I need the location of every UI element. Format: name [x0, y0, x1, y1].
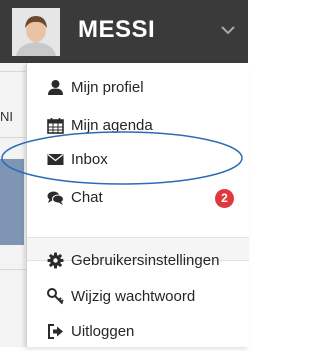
user-header-bar[interactable]: MESSI — [0, 0, 248, 63]
menu-item-label: Chat — [71, 189, 103, 206]
background-text: NI — [0, 109, 13, 124]
divider — [0, 269, 26, 270]
divider — [0, 71, 26, 72]
user-dropdown-menu: Mijn profiel Mijn agenda Inbox Chat 2 Ge… — [26, 63, 249, 347]
menu-item-label: Mijn agenda — [71, 117, 153, 134]
menu-item-label: Gebruikersinstellingen — [71, 252, 220, 269]
envelope-icon — [47, 154, 64, 165]
menu-item-user-settings[interactable]: Gebruikersinstellingen — [27, 242, 249, 280]
username-label: MESSI — [78, 16, 156, 43]
background-page: NI — [0, 63, 26, 347]
divider — [0, 137, 26, 138]
menu-item-label: Wijzig wachtwoord — [71, 288, 196, 305]
menu-item-label: Mijn profiel — [71, 79, 144, 96]
menu-item-label: Inbox — [71, 151, 108, 168]
menu-item-label: Uitloggen — [71, 323, 135, 340]
key-icon — [47, 288, 64, 305]
calendar-icon — [47, 118, 64, 134]
chevron-down-icon[interactable] — [220, 24, 236, 36]
menu-item-change-password[interactable]: Wijzig wachtwoord — [27, 278, 249, 316]
user-icon — [48, 80, 63, 95]
chat-icon — [47, 191, 64, 205]
menu-item-agenda[interactable]: Mijn agenda — [27, 107, 249, 145]
menu-item-logout[interactable]: Uitloggen — [27, 313, 249, 351]
menu-item-chat[interactable]: Chat 2 — [27, 179, 249, 217]
menu-item-profile[interactable]: Mijn profiel — [27, 69, 249, 107]
sign-out-icon — [48, 324, 63, 339]
gear-icon — [47, 252, 64, 269]
menu-item-inbox[interactable]: Inbox — [27, 141, 249, 179]
avatar — [12, 8, 60, 56]
notification-badge: 2 — [215, 189, 234, 208]
background-block — [0, 159, 24, 245]
